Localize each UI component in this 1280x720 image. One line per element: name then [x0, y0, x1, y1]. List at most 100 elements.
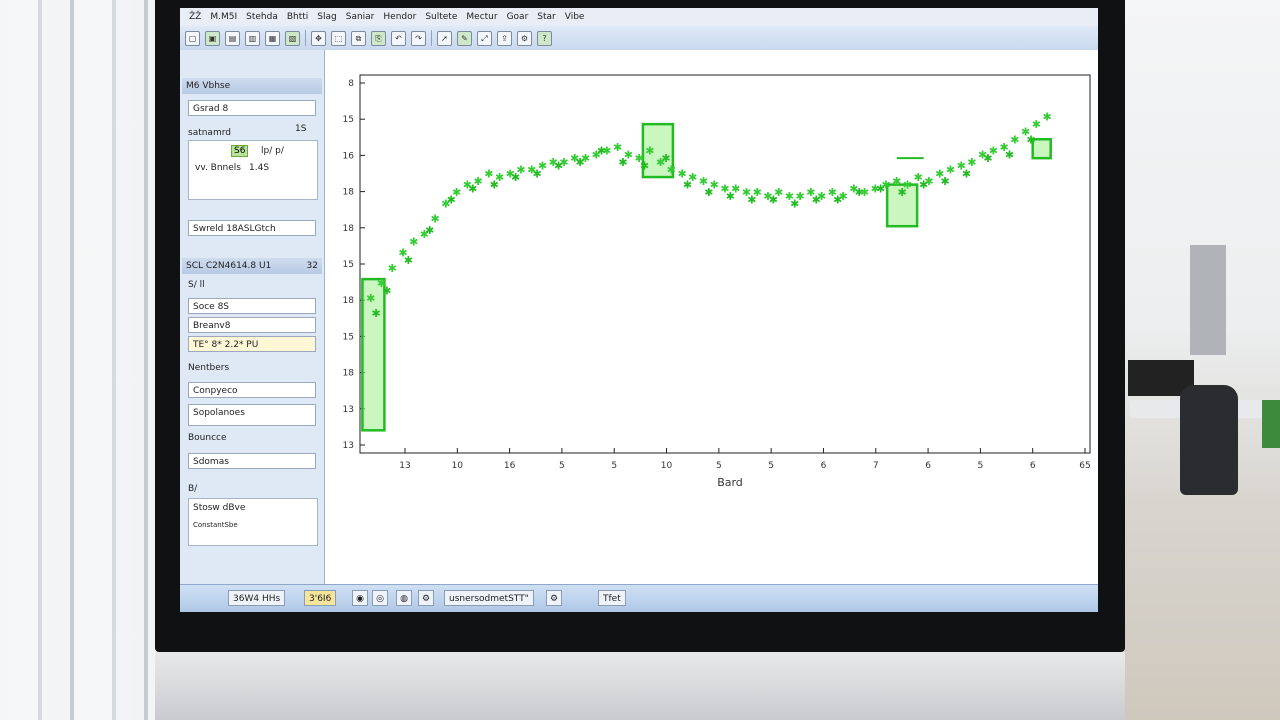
menu-bar: ŽŽ M.M5I Stehda Bhtti Slag Saniar Hendor Sultet…: [180, 8, 1098, 26]
panel-field-6[interactable]: Bouncce: [188, 433, 227, 443]
panel-field-2[interactable]: Soce 8S: [188, 298, 316, 314]
scatter-point: ✱: [962, 167, 971, 180]
toolbar: ▢ ▣ ▤ ▥ ▦ ▧ ✥ ⬚ ⧉ ⎘ ↶ ↷ ➚ ✎ ⤢ ⇪ ⚙?: [180, 26, 1098, 51]
gear-icon[interactable]: ⚙: [418, 590, 434, 606]
scatter-point: ✱: [371, 307, 380, 320]
scatter-point: ✱: [1032, 118, 1041, 131]
zoom-out-icon[interactable]: ▦: [265, 30, 280, 46]
scatter-point: ✱: [447, 194, 456, 207]
scatter-point: ✱: [468, 182, 477, 195]
plot-frame: [359, 74, 1091, 454]
y-tick-label: 18: [343, 224, 355, 234]
scatter-point: ✱: [1010, 133, 1019, 146]
menu-item-11[interactable]: Vibe: [565, 12, 585, 22]
stop-icon[interactable]: ◎: [372, 590, 388, 606]
panel-field-4[interactable]: Conpyeco: [188, 382, 316, 398]
scatter-point: ✱: [404, 254, 413, 267]
open-icon[interactable]: ▢: [185, 30, 200, 46]
redo-icon[interactable]: ↷: [411, 30, 426, 46]
x-tick-label: 6: [1030, 461, 1036, 471]
status-item-2[interactable]: 3'6I6: [304, 590, 337, 606]
y-tick-label: 16: [343, 151, 355, 161]
scatter-point: ✱: [661, 152, 670, 165]
scatter-point: ✱: [575, 156, 584, 169]
office-chair: [1180, 385, 1238, 495]
scatter-point: ✱: [667, 164, 676, 177]
settings-icon[interactable]: ⚙: [546, 590, 562, 606]
panel-field-7[interactable]: Sdomas: [188, 453, 316, 469]
scatter-point: ✱: [726, 190, 735, 203]
scatter-point: ✱: [769, 194, 778, 207]
grid-icon[interactable]: ▧: [285, 30, 300, 46]
help-icon[interactable]: ?: [537, 30, 552, 46]
toolbar-separator: [431, 30, 432, 46]
y-tick-label: 18: [343, 296, 355, 306]
x-tick-label: 5: [559, 461, 565, 471]
panel-field-1[interactable]: Gsrad 8: [188, 100, 316, 116]
copy-icon[interactable]: ⧉: [351, 30, 366, 46]
office-door: [1190, 245, 1226, 355]
panel-field-8[interactable]: Stosw dBve: [193, 503, 245, 513]
panel-field-5[interactable]: Sopolanoes: [188, 404, 316, 426]
menu-item-6[interactable]: Hendor: [383, 12, 416, 22]
menu-item-8[interactable]: Mectur: [466, 12, 497, 22]
save-icon[interactable]: ▣: [205, 30, 220, 46]
scatter-point: ✱: [1026, 133, 1035, 146]
sub-label: vv. Bnnels: [195, 163, 241, 173]
print-icon[interactable]: ▤: [225, 30, 240, 46]
marker-icon[interactable]: ✎: [457, 30, 472, 46]
panel-header-scl[interactable]: SCL C2N4614.8 U1 32: [182, 258, 322, 274]
x-tick-label: 16: [504, 461, 516, 471]
menu-item-10[interactable]: Star: [537, 12, 555, 22]
status-item-4[interactable]: Tfet: [598, 590, 626, 606]
panel-header-scl-value: 32: [306, 261, 318, 271]
scatter-point: ✱: [618, 156, 627, 169]
paste-icon[interactable]: ⎘: [371, 30, 386, 46]
panel-header-vbhse[interactable]: M6 Vbhse: [182, 78, 322, 94]
scatter-point: ✱: [747, 194, 756, 207]
section-b-title: B/: [188, 484, 198, 494]
office-window: [0, 0, 160, 720]
scatter-point: ✱: [388, 262, 397, 275]
export-icon[interactable]: ⇪: [497, 30, 512, 46]
scatter-point: ✱: [940, 175, 949, 188]
capture-icon[interactable]: ◍: [396, 590, 412, 606]
sub-value: 1.4S: [249, 163, 270, 173]
scatter-point: ✱: [876, 182, 885, 195]
scatter-chart[interactable]: 81516181815181518131313 10 16 5 5 10 5 5 6 7 6 5 6 65…: [325, 50, 1098, 584]
scatter-point: ✱: [425, 224, 434, 237]
menu-item-4[interactable]: Slag: [317, 12, 336, 22]
x-tick-label: 65: [1079, 461, 1090, 471]
y-tick-label: 15: [343, 115, 354, 125]
menu-item-5[interactable]: Saniar: [346, 12, 375, 22]
note-field[interactable]: Swreld 18ASLGtch: [188, 220, 316, 236]
left-panel: M6 Vbhse Gsrad 8 satnamrd 1S S6 lp/ p/ v…: [180, 50, 325, 584]
select-icon[interactable]: ⬚: [331, 30, 346, 46]
y-tick-label: 8: [348, 79, 354, 89]
scatter-point: ✱: [490, 179, 499, 192]
panel-field-3[interactable]: Breanv8: [188, 317, 316, 333]
panel-field-9[interactable]: ConstantSbe: [193, 521, 238, 529]
menu-item-3[interactable]: Bhtti: [287, 12, 308, 22]
menu-item-9[interactable]: Goar: [507, 12, 529, 22]
scatter-point: ✱: [812, 194, 821, 207]
scatter-point: ✱: [554, 160, 563, 173]
menu-item-1[interactable]: M.M5I: [210, 12, 237, 22]
menu-item-2[interactable]: Stehda: [246, 12, 278, 22]
pan-icon[interactable]: ✥: [311, 30, 326, 46]
zoom-in-icon[interactable]: ▥: [245, 30, 260, 46]
settings-icon[interactable]: ⚙: [517, 30, 532, 46]
x-tick-label: 5: [768, 461, 774, 471]
record-icon[interactable]: ◉: [352, 590, 368, 606]
menu-item-0[interactable]: ŽŽ: [189, 12, 201, 22]
plot-area[interactable]: 8 15 16 18 18 15 18 15 18 13 13 13 10 16 5 5 10 5 5 6 7 6 5 6 65…: [325, 50, 1098, 584]
undo-icon[interactable]: ↶: [391, 30, 406, 46]
menu-item-7[interactable]: Sultete: [425, 12, 457, 22]
fit-icon[interactable]: ⤢: [477, 30, 492, 46]
y-tick-label: 18: [343, 188, 355, 198]
toggle-field[interactable]: TE° 8* 2.2* PU: [188, 336, 316, 352]
cursor-icon[interactable]: ➚: [437, 30, 452, 46]
monitor-stand: [155, 652, 1125, 720]
toolbar-separator: [305, 30, 306, 46]
x-tick-label: 6: [821, 461, 827, 471]
